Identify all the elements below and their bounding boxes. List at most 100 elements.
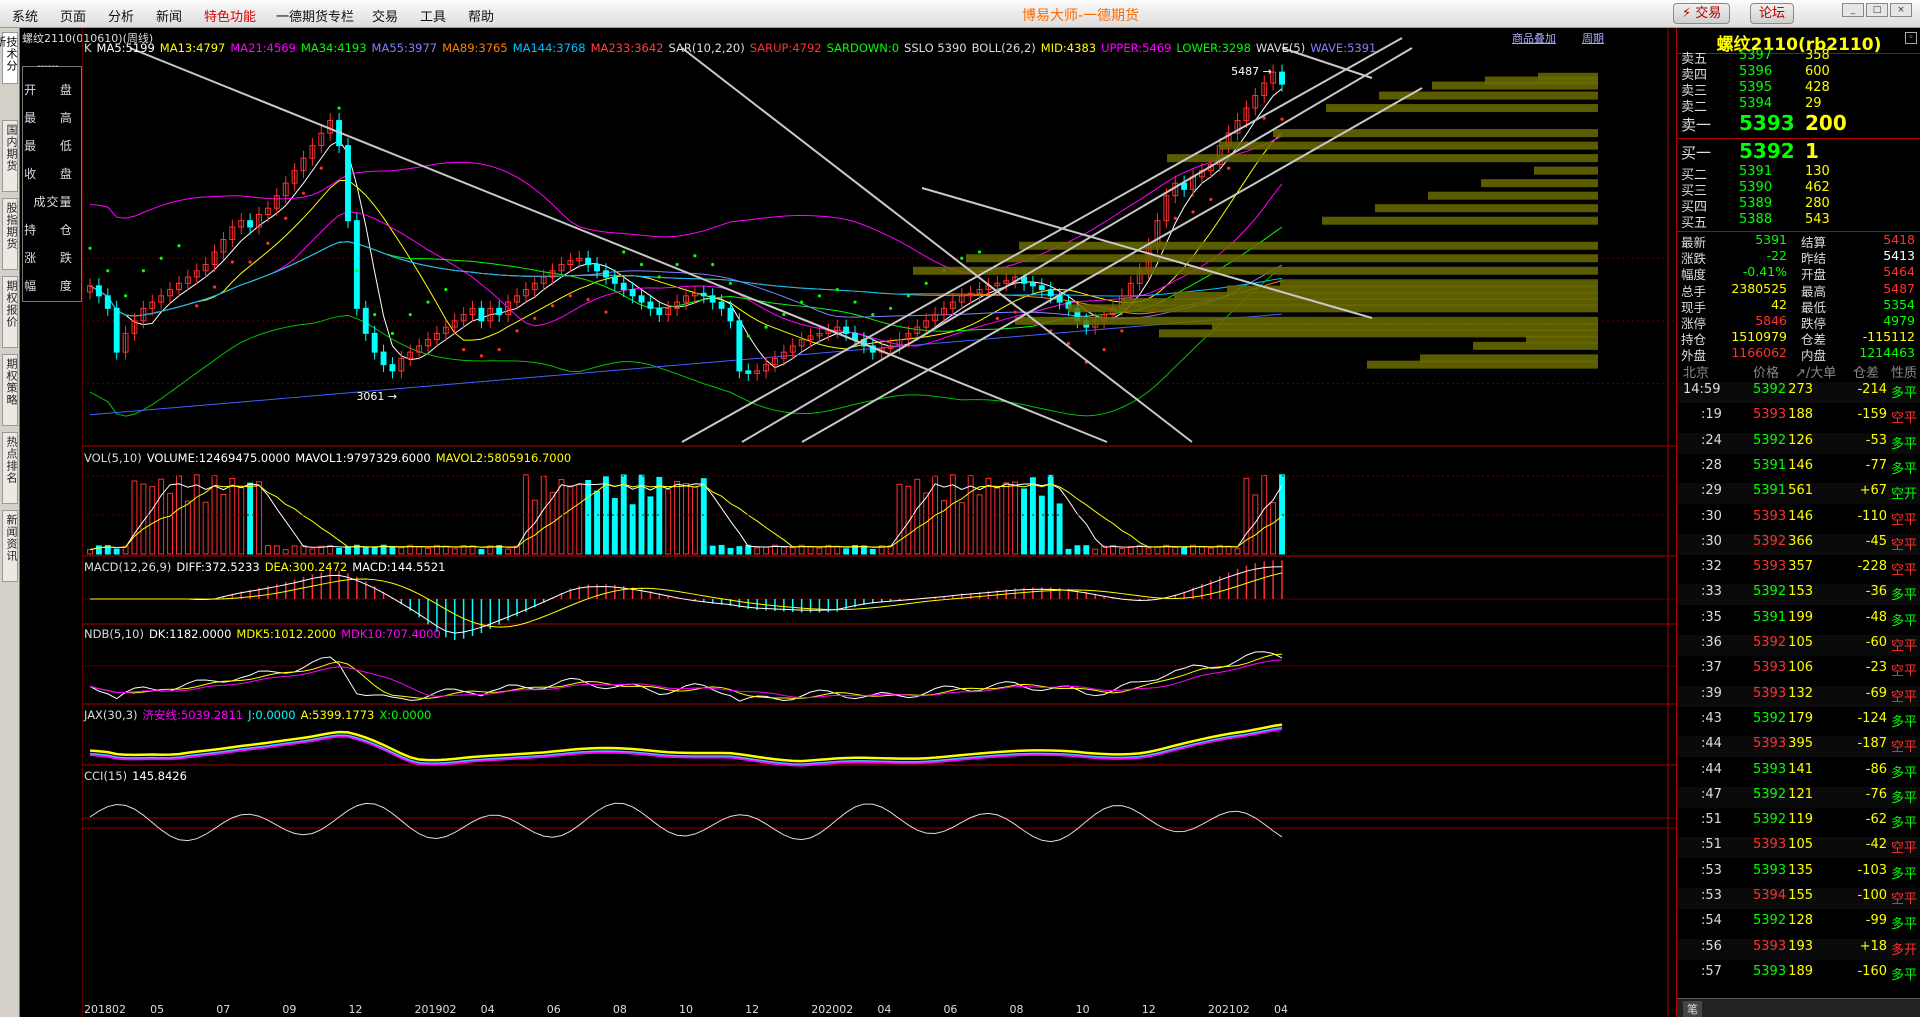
volume-bar [1279,474,1285,555]
ohlc-change-label: 涨 跌 [24,251,82,265]
volume-bar [754,547,761,555]
tick-row[interactable]: :56 5393 193 +18 多开 [1677,938,1920,960]
sar-dot [177,244,181,248]
maximize-icon[interactable]: □ [1866,3,1888,17]
tick-row[interactable]: :24 5392 126 -53 多平 [1677,432,1920,454]
main_indicators-item: SARUP:4792 [749,41,822,55]
menu-yide-column[interactable]: 一德期货专栏 [276,6,354,25]
menu-news[interactable]: 新闻 [156,6,182,25]
tick-row[interactable]: :51 5392 119 -62 多平 [1677,812,1920,833]
bid-volume: 543 [1805,212,1830,227]
stat-value: 5354 [1883,296,1915,312]
tick-row[interactable]: 14:59 5392 273 -214 多平 [1677,382,1920,403]
tick-row[interactable]: :57 5393 189 -160 多平 [1677,964,1920,985]
tick-oi-diff: -100 [1857,888,1887,903]
candle-body [709,295,716,303]
bid-row[interactable]: 买五 5388 543 [1677,212,1920,231]
tick-row[interactable]: :32 5393 357 -228 空平 [1677,559,1920,580]
tick-price: 5393 [1753,837,1787,853]
sar-dot [408,312,412,317]
candle-body [496,307,503,316]
volume-bar [1154,546,1161,555]
sar-dot [426,300,430,304]
tick-volume: 357 [1788,559,1813,575]
stat-value: 5464 [1883,264,1915,280]
minimize-icon[interactable]: _ [1842,3,1864,17]
main_indicators-item: MA34:4193 [300,41,367,55]
bid-price: 5390 [1739,180,1773,195]
time-axis-label: 08 [613,1003,627,1016]
kline-chart-area[interactable]: 螺纹2110(010610)(周线) 商品叠加 周期 3000350040005… [22,28,1676,1017]
tick-row[interactable]: :51 5393 105 -42 空平 [1677,837,1920,859]
menu-page[interactable]: 页面 [60,6,86,25]
tick-tab[interactable]: 笔 [1683,1001,1702,1017]
menu-help[interactable]: 帮助 [468,6,494,25]
panel-toggle-icon[interactable]: ◦ [1905,32,1917,44]
ask-row[interactable]: 卖一 5393 200 [1677,111,1920,135]
menu-special[interactable]: 特色功能 [204,6,256,25]
volume-bar [1118,548,1125,555]
volume-bar [131,480,138,555]
trade-button[interactable]: ⚡ 交易 [1673,3,1731,24]
tab-option-strategy[interactable]: 期权策略 [2,354,18,426]
menu-system[interactable]: 系统 [12,6,38,25]
tick-row[interactable]: :19 5393 188 -159 空平 [1677,407,1920,428]
tick-row[interactable]: :43 5392 179 -124 多平 [1677,711,1920,732]
tick-header-diff: 仓差 [1853,366,1880,381]
tick-volume: 188 [1788,407,1813,423]
main_indicators-item: MA144:3768 [512,41,586,55]
tick-time: :44 [1701,761,1722,777]
jax_header-item: J:0.0000 [248,708,296,722]
tick-row[interactable]: :47 5392 121 -76 多平 [1677,786,1920,808]
main_indicators-item: BOLL(26,2) [971,41,1036,55]
menu-trade[interactable]: 交易 [372,6,398,25]
tick-row[interactable]: :44 5393 395 -187 空平 [1677,736,1920,758]
main_indicators-item: MA89:3765 [442,41,508,55]
tick-row[interactable]: :53 5394 155 -100 空平 [1677,888,1920,909]
tab-domestic-futures[interactable]: 国内期货 [2,120,18,192]
ask-row[interactable]: 卖二 5394 29 [1677,96,1920,115]
tick-row[interactable]: :28 5391 146 -77 多平 [1677,458,1920,479]
macd_header-item: MACD:144.5521 [352,560,446,574]
volume-bar [834,545,841,555]
jax_header-item: JAX(30,3) [84,708,138,722]
tab-technical-analysis[interactable]: 技术分析 [0,32,18,84]
ndb_header-item: NDB(5,10) [84,627,144,641]
tab-news-info[interactable]: 新闻资讯 [2,510,18,582]
tick-price: 5391 [1753,609,1787,625]
tab-hot-ranking[interactable]: 热点排名 [2,432,18,504]
tick-row[interactable]: :30 5393 146 -110 空平 [1677,509,1920,530]
sar-dot [746,334,750,338]
bid-row[interactable]: 买一 5392 1 [1677,139,1920,163]
tick-nature: 空平 [1891,689,1918,705]
tick-price: 5393 [1753,963,1787,979]
tick-row[interactable]: :36 5392 105 -60 空平 [1677,635,1920,656]
tick-row[interactable]: :54 5392 128 -99 多平 [1677,913,1920,934]
tick-row[interactable]: :35 5391 199 -48 多平 [1677,610,1920,631]
tick-row[interactable]: :30 5392 366 -45 空平 [1677,533,1920,555]
tab-index-futures[interactable]: 股指期货 [2,198,18,270]
tick-row[interactable]: :29 5391 561 +67 空开 [1677,483,1920,505]
tick-row[interactable]: :44 5393 141 -86 多平 [1677,762,1920,783]
tick-time: :30 [1701,533,1722,549]
ma233-line [89,313,1283,416]
tab-option-quotes[interactable]: 期权报价 [2,276,18,348]
menu-analysis[interactable]: 分析 [108,6,134,25]
jax-indicator-header: JAX(30,3) 济安线:5039.2811 J:0.0000 A:5399.177… [84,707,436,723]
sar-dot [1120,329,1124,333]
tick-time: :43 [1701,710,1722,726]
tick-row[interactable]: :33 5392 153 -36 多平 [1677,584,1920,606]
tick-nature: 多平 [1891,866,1918,882]
volume-bar [273,545,280,555]
tick-row[interactable]: :37 5393 106 -23 空平 [1677,660,1920,681]
sar-dot [1209,197,1213,202]
volume-bar [345,546,351,555]
bid-price: 5388 [1739,212,1773,227]
forum-button[interactable]: 论坛 [1750,3,1795,24]
ohlc-pct-label: 幅 度 [24,279,82,293]
menu-tools[interactable]: 工具 [420,6,446,25]
tick-row[interactable]: :39 5393 132 -69 空平 [1677,685,1920,707]
close-icon[interactable]: × [1890,3,1912,17]
tick-row[interactable]: :53 5393 135 -103 多平 [1677,863,1920,884]
tick-time: :53 [1701,862,1722,878]
